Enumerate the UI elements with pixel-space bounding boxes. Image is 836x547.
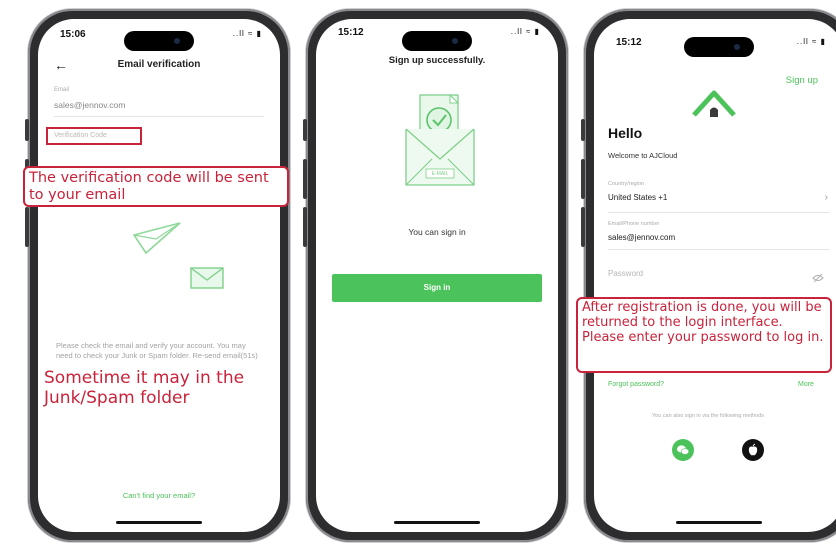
forgot-password-link[interactable]: Forgot password? [608,381,664,388]
password-placeholder: Password [608,269,644,278]
side-button [581,159,585,199]
side-button [581,207,585,247]
callout-verification-code: The verification code will be sent to yo… [23,166,289,208]
divider [608,249,830,250]
email-phone-label: Email/Phone number [608,221,660,227]
side-button [303,207,307,247]
status-icons: ..ll ≈ ▮ [232,29,262,38]
screen: 15:12 ..ll ≈ ▮ Sign up Hello Welcome to … [594,19,836,532]
callout-login-instructions: After registration is done, you will be … [576,297,832,373]
email-label: Email [54,87,70,93]
email-field[interactable]: sales@jennov.com [54,100,125,110]
sign-up-link[interactable]: Sign up [786,75,818,86]
divider [54,116,264,117]
verification-code-placeholder: Verification Code [54,132,107,139]
home-logo-icon [692,90,736,117]
apple-login-button[interactable] [742,439,764,461]
envelope-label: E-MAIL [431,171,449,177]
paper-plane-icon [132,222,181,255]
cant-find-email-link[interactable]: Can't find your email? [38,491,280,500]
country-label: Country/region [608,181,645,187]
divider [608,212,830,213]
screen: 15:06 ..ll ≈ ▮ ← Email verification Emai… [38,19,280,532]
side-button [25,119,29,141]
eye-off-icon[interactable] [812,273,824,283]
phone-success: 15:12 ..ll ≈ ▮ Sign up successfully. E-M… [303,9,568,542]
sign-in-button[interactable]: Sign in [332,274,542,302]
status-time: 15:06 [60,29,86,40]
screen: 15:12 ..ll ≈ ▮ Sign up successfully. E-M… [316,19,558,532]
home-indicator [394,521,480,524]
wechat-login-button[interactable] [672,439,694,461]
side-button [581,119,585,141]
phone-verification: 15:06 ..ll ≈ ▮ ← Email verification Emai… [25,9,290,542]
side-button [303,119,307,141]
greeting: Hello [608,125,643,141]
country-value: United States +1 [608,193,668,202]
status-time: 15:12 [616,37,642,48]
callout-junk-folder: Sometime it may in the Junk/Spam folder [44,368,245,409]
page-title: Sign up successfully. [388,55,486,66]
envelope-icon [190,267,224,289]
password-field[interactable]: Password [608,269,830,283]
home-indicator [116,521,202,524]
wechat-icon [677,445,690,455]
welcome-text: Welcome to AJCloud [608,151,678,160]
verification-code-input[interactable]: Verification Code [46,127,142,145]
alt-signin-text: You can also sign in via the following m… [651,413,764,419]
status-icons: ..ll ≈ ▮ [796,37,826,46]
instructions-text: Please check the email and verify your a… [56,341,258,360]
home-indicator [676,521,762,524]
page-title: Email verification [117,59,201,70]
side-button [303,159,307,199]
country-selector[interactable]: United States +1 › [608,192,830,207]
dynamic-island [124,31,194,51]
status-time: 15:12 [338,27,364,38]
status-icons: ..ll ≈ ▮ [510,27,540,36]
dynamic-island [684,37,754,57]
apple-icon [748,443,758,456]
email-phone-field[interactable]: sales@jennov.com [608,233,675,242]
success-message: You can sign in [408,227,466,237]
sign-in-button-label: Sign in [423,283,451,292]
chevron-right-icon: › [824,192,828,203]
side-button [25,207,29,247]
dynamic-island [402,31,472,51]
phone-login: 15:12 ..ll ≈ ▮ Sign up Hello Welcome to … [581,9,836,542]
more-link[interactable]: More [798,381,814,388]
